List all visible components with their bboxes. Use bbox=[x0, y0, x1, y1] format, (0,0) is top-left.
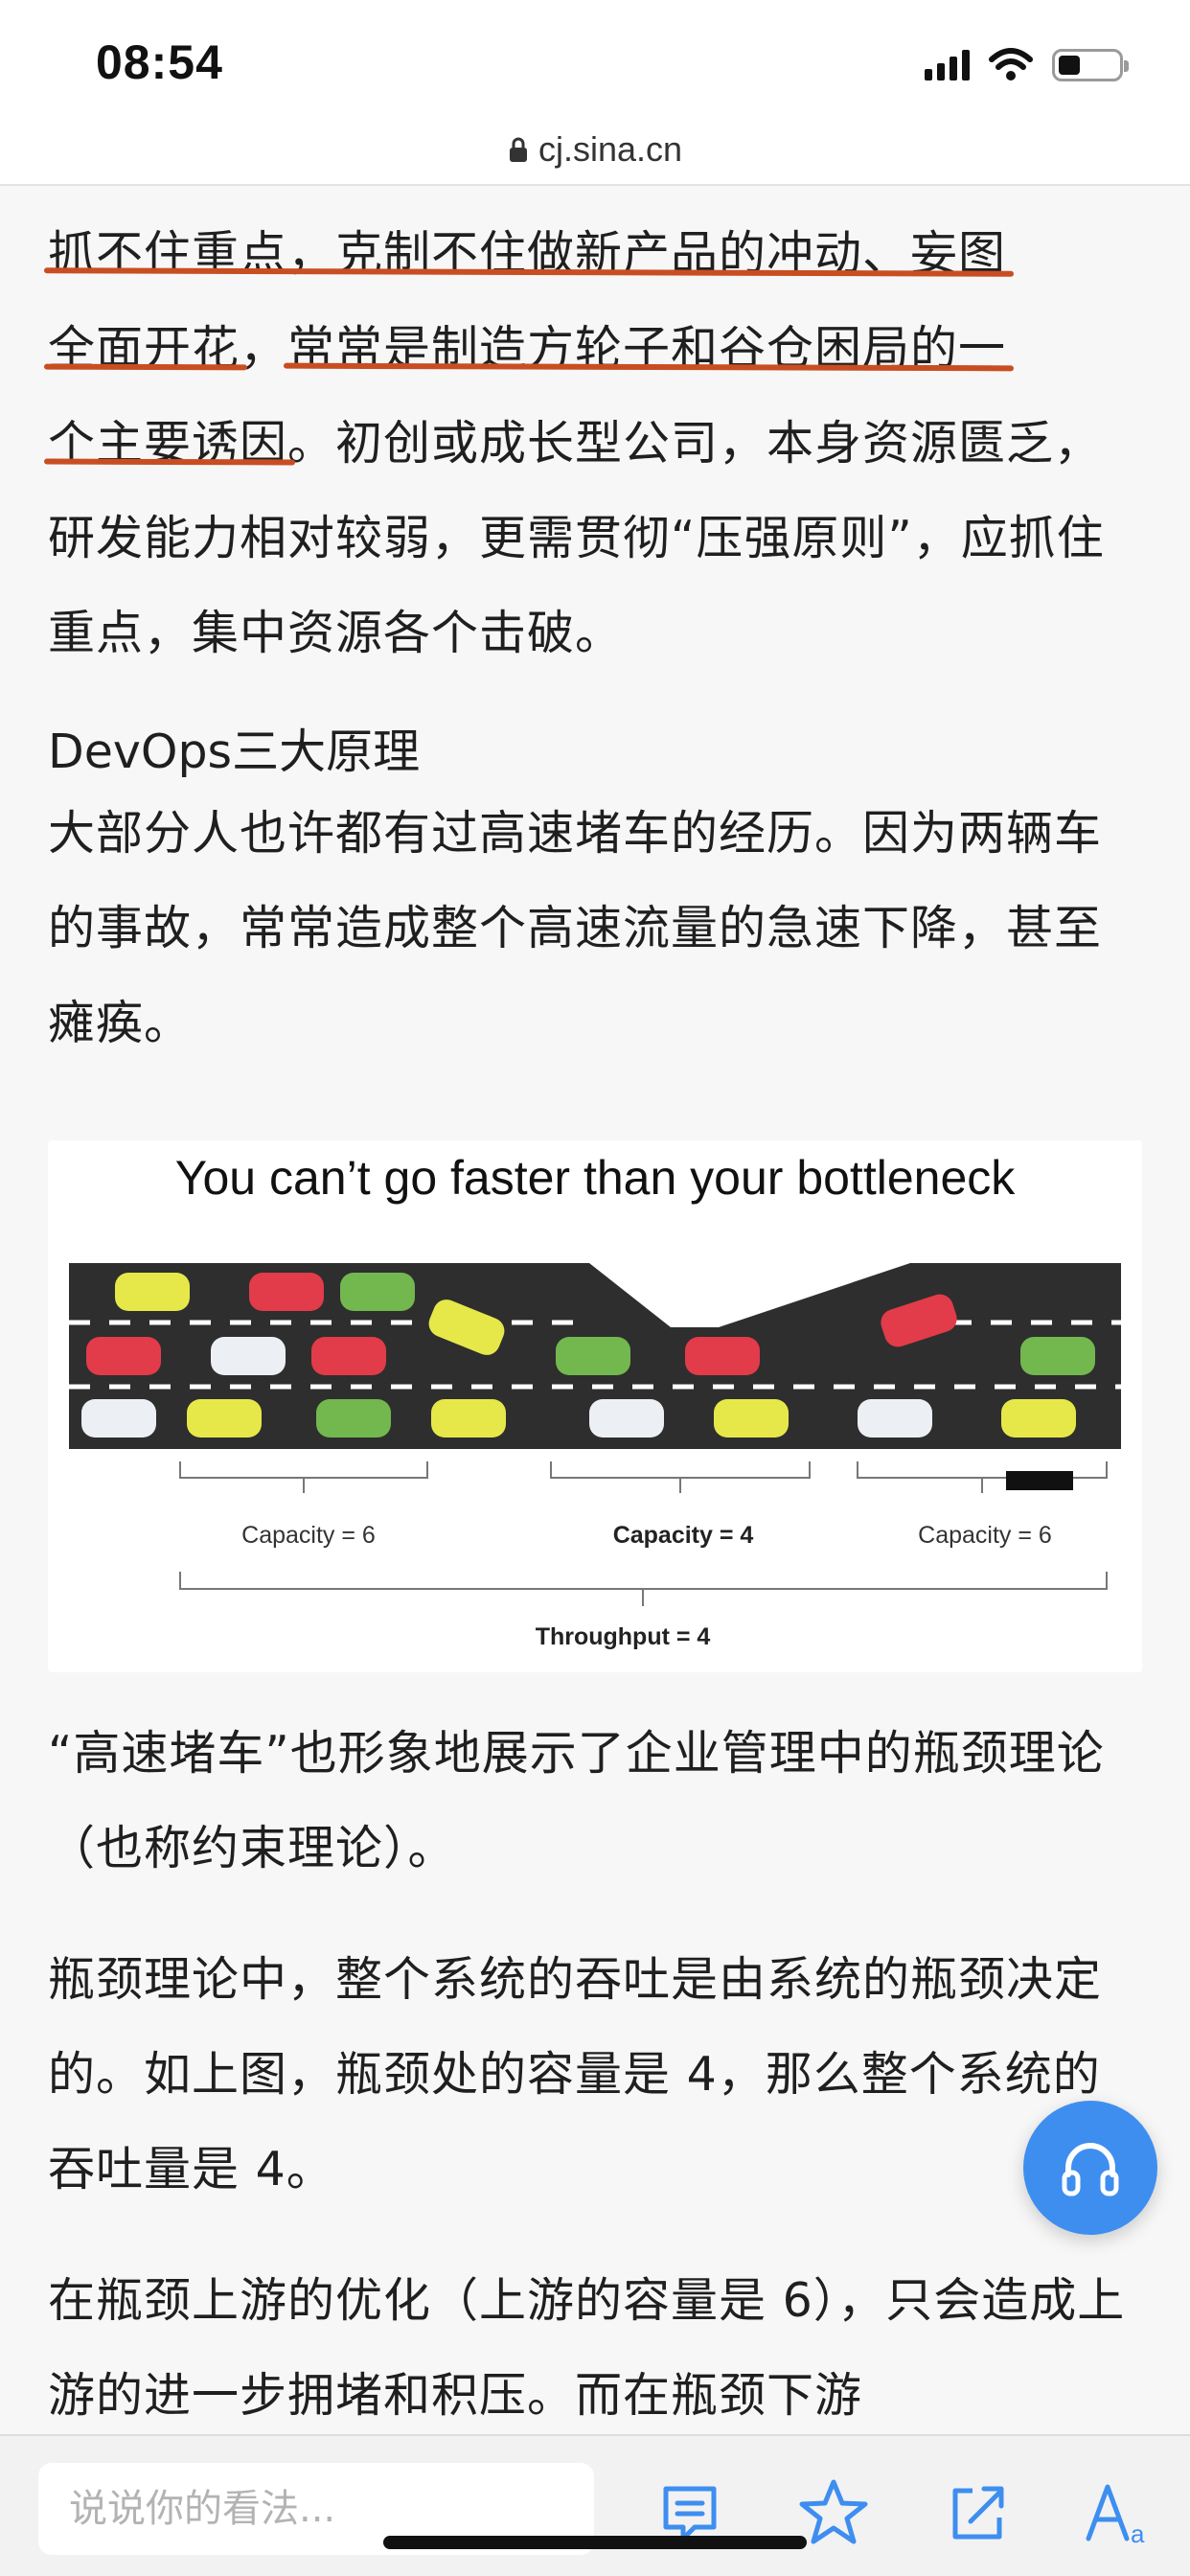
capacity-middle-label: Capacity = 4 bbox=[613, 1522, 754, 1549]
car bbox=[589, 1399, 664, 1438]
status-time: 08:54 bbox=[96, 35, 223, 89]
video-badge bbox=[1006, 1471, 1073, 1490]
lock-icon bbox=[509, 137, 527, 162]
favorite-button[interactable] bbox=[795, 2474, 872, 2551]
section-heading: DevOps三大原理 bbox=[48, 724, 421, 779]
car bbox=[714, 1399, 789, 1438]
article-body-continued: “高速堵车”也形象地展示了企业管理中的瓶颈理论（也称约束理论）。 瓶颈理论中，整… bbox=[48, 1706, 1140, 2443]
battery-icon bbox=[1052, 49, 1129, 81]
paragraph-3: “高速堵车”也形象地展示了企业管理中的瓶颈理论（也称约束理论）。 bbox=[48, 1726, 1105, 1875]
bottleneck-illustration: You can’t go faster than your bottleneck bbox=[69, 1151, 1121, 1650]
status-icons bbox=[925, 44, 1129, 86]
page: 08:54 cj.sina.cn 抓不住重点，克制不住做新产品的冲动、妄图 全面… bbox=[0, 0, 1190, 2576]
paragraph-5: 在瓶颈上游的优化（上游的容量是 6），只会造成上游的进一步拥堵和积压。而在瓶颈下… bbox=[48, 2273, 1126, 2423]
paragraph-1: 抓不住重点，克制不住做新产品的冲动、妄图 全面开花，常常是制造方轮子和谷仓困局的… bbox=[48, 206, 1140, 680]
car bbox=[858, 1399, 932, 1438]
url-bar[interactable]: cj.sina.cn bbox=[0, 115, 1190, 186]
car bbox=[1020, 1337, 1095, 1375]
figure-title: You can’t go faster than your bottleneck bbox=[175, 1151, 1017, 1205]
car bbox=[316, 1399, 391, 1438]
paragraph-2: 大部分人也许都有过高速堵车的经历。因为两辆车的事故，常常造成整个高速流量的急速下… bbox=[48, 806, 1103, 1050]
car bbox=[340, 1273, 415, 1311]
share-button[interactable] bbox=[939, 2474, 1016, 2551]
font-size-icon: a bbox=[1086, 2484, 1145, 2546]
bottom-toolbar: a bbox=[0, 2434, 1190, 2576]
car bbox=[556, 1337, 630, 1375]
url-host: cj.sina.cn bbox=[538, 129, 683, 169]
cellular-signal-icon bbox=[925, 50, 970, 80]
highlighted-text: 抓不住重点，克制不住做新产品的冲动、妄图 bbox=[48, 226, 1007, 281]
highlighted-text: 个主要诱因 bbox=[48, 416, 288, 471]
car bbox=[81, 1399, 156, 1438]
audio-play-button[interactable] bbox=[1023, 2101, 1157, 2235]
paragraph-4: 瓶颈理论中，整个系统的吞吐是由系统的瓶颈决定的。如上图，瓶颈处的容量是 4，那么… bbox=[48, 1952, 1103, 2196]
capacity-left-label: Capacity = 6 bbox=[241, 1522, 376, 1549]
star-icon bbox=[799, 2479, 868, 2544]
bottleneck-figure: You can’t go faster than your bottleneck bbox=[48, 1140, 1142, 1672]
car bbox=[187, 1399, 262, 1438]
car bbox=[685, 1337, 760, 1375]
throughput-label: Throughput = 4 bbox=[536, 1623, 711, 1650]
headphones-icon bbox=[1062, 2143, 1119, 2196]
car bbox=[115, 1273, 190, 1311]
highlighted-text: 全面开花 bbox=[48, 321, 240, 376]
article-body: 抓不住重点，克制不住做新产品的冲动、妄图 全面开花，常常是制造方轮子和谷仓困局的… bbox=[48, 206, 1140, 1070]
share-icon bbox=[952, 2486, 1004, 2540]
car bbox=[1001, 1399, 1076, 1438]
car bbox=[311, 1337, 386, 1375]
font-size-button[interactable]: a bbox=[1078, 2474, 1155, 2551]
car bbox=[211, 1337, 286, 1375]
status-bar: 08:54 bbox=[0, 0, 1190, 115]
highlighted-text: 常常是制造方轮子和谷仓困局的一 bbox=[287, 321, 1007, 376]
car bbox=[249, 1273, 324, 1311]
capacity-right-label: Capacity = 6 bbox=[918, 1522, 1052, 1549]
svg-text:a: a bbox=[1131, 2519, 1145, 2546]
wifi-icon bbox=[989, 48, 1033, 80]
car bbox=[431, 1399, 506, 1438]
car bbox=[86, 1337, 161, 1375]
home-indicator bbox=[383, 2536, 807, 2549]
